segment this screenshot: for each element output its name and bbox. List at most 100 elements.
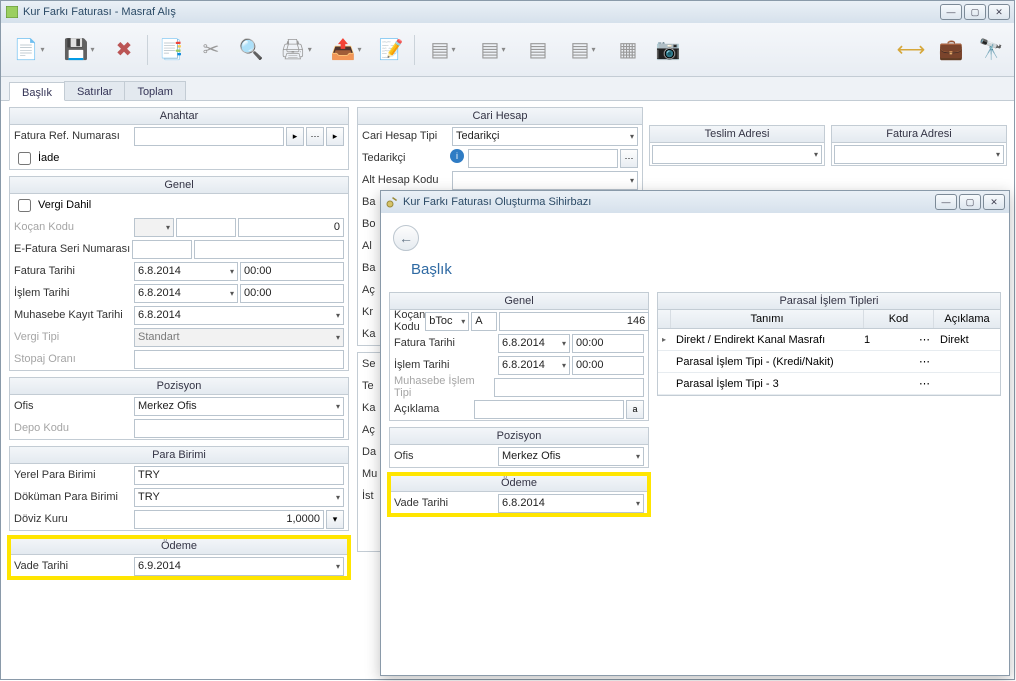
wizard-heading: Başlık: [411, 261, 1001, 278]
wiz-aciklama-expand[interactable]: a: [626, 400, 644, 419]
faturatarihi-time[interactable]: [240, 262, 344, 281]
wiz-kocan-select[interactable]: bToc▾: [425, 312, 469, 331]
doc4-button[interactable]: ▤▾: [561, 33, 605, 67]
window-title: Kur Farkı Faturası - Masraf Alış: [23, 6, 940, 18]
wiz-kocan-seq1[interactable]: [471, 312, 497, 331]
wizard-back-button[interactable]: ←: [393, 225, 419, 251]
new-button[interactable]: 📄▾: [7, 33, 51, 67]
kocan-num-input: [238, 218, 344, 237]
genel-header: Genel: [10, 177, 348, 194]
yerel-label: Yerel Para Birimi: [14, 469, 134, 481]
odeme-header: Ödeme: [10, 538, 348, 555]
cut-button[interactable]: ✂: [194, 33, 228, 67]
table-row[interactable]: Parasal İşlem Tipi - (Kredi/Nakit)⋯: [658, 351, 1000, 373]
wizard-icon: [385, 195, 399, 209]
faturatarihi-date[interactable]: 6.8.2014▾: [134, 262, 238, 281]
vergi-dahil-checkbox[interactable]: [18, 199, 31, 212]
anahtar-header: Anahtar: [10, 108, 348, 125]
dokuman-select[interactable]: TRY▾: [134, 488, 344, 507]
table-row[interactable]: ▸Direkt / Endirekt Kanal Masrafı1⋯Direkt: [658, 329, 1000, 351]
wiz-fattar-time[interactable]: [572, 334, 644, 353]
faturaadr-header: Fatura Adresi: [832, 126, 1006, 143]
wiz-vade-date[interactable]: 6.8.2014▾: [498, 494, 644, 513]
vade-date[interactable]: 6.9.2014▾: [134, 557, 344, 576]
islemtarihi-date[interactable]: 6.8.2014▾: [134, 284, 238, 303]
col-tanimi[interactable]: Tanımı: [671, 310, 864, 328]
iade-checkbox[interactable]: [18, 152, 31, 165]
teslim-header: Teslim Adresi: [650, 126, 824, 143]
stopaj-input: [134, 350, 344, 369]
wiz-isltar-time[interactable]: [572, 356, 644, 375]
doviz-label: Döviz Kuru: [14, 513, 134, 525]
dokuman-label: Döküman Para Birimi: [14, 491, 134, 503]
delete-button[interactable]: ✖: [107, 33, 141, 67]
wizard-maximize-button[interactable]: ▢: [959, 194, 981, 210]
wiz-ofis-select[interactable]: Merkez Ofis▾: [498, 447, 644, 466]
doviz-input[interactable]: [134, 510, 324, 529]
toolbar: 📄▾ 💾▾ ✖ 📑 ✂ 🔍 🖨▾ 📤▾ 📝 ▤▾ ▤▾ ▤ ▤▾ ▦ 📷 ⟷ 💼…: [1, 23, 1014, 77]
tab-baslik[interactable]: Başlık: [9, 82, 65, 101]
islemtarihi-time[interactable]: [240, 284, 344, 303]
fatura-ref-input: [134, 127, 284, 146]
wiz-poz-header: Pozisyon: [390, 428, 648, 445]
fatura-ref-picker[interactable]: ▸: [286, 127, 304, 146]
note-button[interactable]: 📝: [374, 33, 408, 67]
faturatarihi-label: Fatura Tarihi: [14, 265, 134, 277]
doc2-button[interactable]: ▤▾: [471, 33, 515, 67]
wiz-isltar-date[interactable]: 6.8.2014▾: [498, 356, 570, 375]
faturaadr-select[interactable]: ▾: [834, 145, 1004, 164]
wiz-kocan-seq2[interactable]: [499, 312, 649, 331]
save-button[interactable]: 💾▾: [57, 33, 101, 67]
wizard-title: Kur Farkı Faturası Oluşturma Sihirbazı: [403, 196, 935, 208]
fatura-ref-more[interactable]: ⋯: [306, 127, 324, 146]
col-kod[interactable]: Kod: [864, 310, 934, 328]
ofis-select[interactable]: Merkez Ofis▾: [134, 397, 344, 416]
grid-header: Parasal İşlem Tipleri: [658, 293, 1000, 310]
cell-tanimi: Direkt / Endirekt Kanal Masrafı: [670, 334, 864, 346]
minimize-button[interactable]: —: [940, 4, 962, 20]
cell-tanimi: Parasal İşlem Tipi - 3: [670, 378, 864, 390]
preview-button[interactable]: 🔍: [234, 33, 268, 67]
doc1-button[interactable]: ▤▾: [421, 33, 465, 67]
doviz-down[interactable]: ▾: [326, 510, 344, 529]
wiz-genel-header: Genel: [390, 293, 648, 310]
fatura-ref-nav[interactable]: ▸: [326, 127, 344, 146]
close-button[interactable]: ✕: [988, 4, 1010, 20]
cell-kod[interactable]: 1⋯: [864, 333, 934, 346]
wiz-kocan-label: Koçan Kodu: [394, 309, 425, 333]
col-aciklama[interactable]: Açıklama: [934, 310, 1000, 328]
camera-button[interactable]: 📷: [651, 33, 685, 67]
tab-satirlar[interactable]: Satırlar: [64, 81, 125, 100]
caritip-select[interactable]: Tedarikçi▾: [452, 127, 638, 146]
copy-button[interactable]: 📑: [154, 33, 188, 67]
tedarikci-label: Tedarikçi: [362, 152, 450, 164]
export-button[interactable]: 📤▾: [324, 33, 368, 67]
althesap-select[interactable]: ▾: [452, 171, 638, 190]
yerel-input: [134, 466, 344, 485]
cell-kod[interactable]: ⋯: [864, 377, 934, 390]
tab-toplam[interactable]: Toplam: [124, 81, 185, 100]
layout-button[interactable]: ⟷: [894, 33, 928, 67]
print-button[interactable]: 🖨▾: [274, 33, 318, 67]
vergitipi-label: Vergi Tipi: [14, 331, 134, 343]
wiz-fattar-date[interactable]: 6.8.2014▾: [498, 334, 570, 353]
tedarikci-input[interactable]: [468, 149, 618, 168]
efatura-input: [132, 240, 192, 259]
teslim-select[interactable]: ▾: [652, 145, 822, 164]
doc3-button[interactable]: ▤: [521, 33, 555, 67]
wiz-aciklama-input[interactable]: [474, 400, 624, 419]
binoculars-button[interactable]: 🔭: [974, 33, 1008, 67]
muhkayit-label: Muhasebe Kayıt Tarihi: [14, 309, 134, 321]
wiz-aciklama-label: Açıklama: [394, 403, 474, 415]
muhkayit-date[interactable]: 6.8.2014▾: [134, 306, 344, 325]
ofis-label: Ofis: [14, 400, 134, 412]
cell-kod[interactable]: ⋯: [864, 355, 934, 368]
grid-button[interactable]: ▦: [611, 33, 645, 67]
wizard-close-button[interactable]: ✕: [983, 194, 1005, 210]
tedarikci-picker[interactable]: ⋯: [620, 149, 638, 168]
briefcase-button[interactable]: 💼: [934, 33, 968, 67]
wizard-minimize-button[interactable]: —: [935, 194, 957, 210]
table-row[interactable]: Parasal İşlem Tipi - 3⋯: [658, 373, 1000, 395]
maximize-button[interactable]: ▢: [964, 4, 986, 20]
iade-label: İade: [38, 152, 59, 164]
